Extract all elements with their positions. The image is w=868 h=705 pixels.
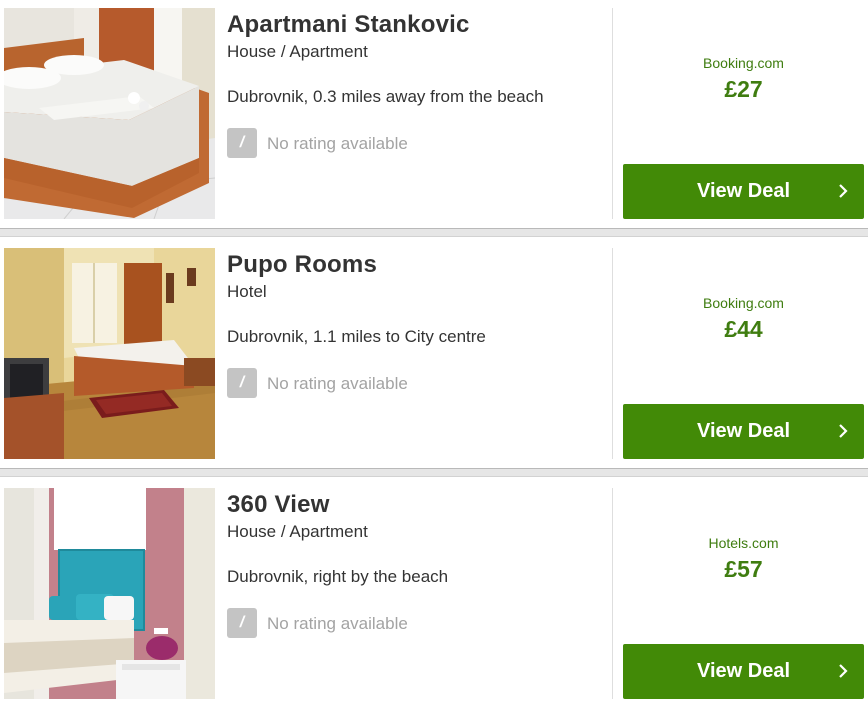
divider <box>612 8 613 219</box>
listing-name[interactable]: Pupo Rooms <box>227 251 377 279</box>
listing-card[interactable]: Apartmani Stankovic House / Apartment Du… <box>0 0 868 225</box>
rating-text: No rating available <box>267 134 408 153</box>
listing-separator <box>0 228 868 237</box>
listing-name[interactable]: 360 View <box>227 491 330 519</box>
deal-provider: Hotels.com <box>708 535 779 551</box>
listing-card[interactable]: 360 View House / Apartment Dubrovnik, ri… <box>0 480 868 705</box>
listing-photo[interactable] <box>4 248 215 459</box>
listing-type: House / Apartment <box>227 42 368 61</box>
chevron-right-icon <box>839 664 848 678</box>
chevron-right-icon <box>839 184 848 198</box>
divider <box>612 248 613 459</box>
rating-badge: / <box>227 608 257 638</box>
listing-photo[interactable] <box>4 8 215 219</box>
view-deal-label: View Deal <box>696 660 791 682</box>
deal-price: £57 <box>724 556 763 582</box>
view-deal-label: View Deal <box>696 180 791 202</box>
listing-type: Hotel <box>227 282 267 301</box>
divider <box>612 488 613 699</box>
rating-text: No rating available <box>267 374 408 393</box>
listing-type: House / Apartment <box>227 522 368 541</box>
listing-photo[interactable] <box>4 488 215 699</box>
rating-text: No rating available <box>267 614 408 633</box>
rating-badge: / <box>227 368 257 398</box>
chevron-right-icon <box>839 424 848 438</box>
listing-name[interactable]: Apartmani Stankovic <box>227 11 470 39</box>
deal-price: £27 <box>724 76 763 102</box>
view-deal-label: View Deal <box>696 420 791 442</box>
deal-provider: Booking.com <box>703 295 784 311</box>
view-deal-button[interactable]: View Deal <box>623 644 864 699</box>
listing-location: Dubrovnik, 0.3 miles away from the beach <box>227 87 544 106</box>
view-deal-button[interactable]: View Deal <box>623 164 864 219</box>
view-deal-button[interactable]: View Deal <box>623 404 864 459</box>
listing-separator <box>0 468 868 477</box>
deal-provider: Booking.com <box>703 55 784 71</box>
deal-price: £44 <box>724 316 763 342</box>
listing-location: Dubrovnik, right by the beach <box>227 567 449 586</box>
listing-card[interactable]: Pupo Rooms Hotel Dubrovnik, 1.1 miles to… <box>0 240 868 465</box>
rating-badge: / <box>227 128 257 158</box>
listing-location: Dubrovnik, 1.1 miles to City centre <box>227 327 486 346</box>
